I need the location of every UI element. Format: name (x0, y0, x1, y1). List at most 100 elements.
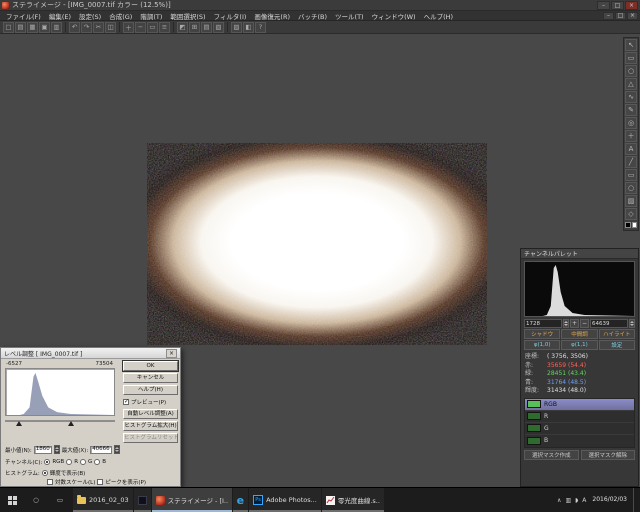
preview-option[interactable]: プレビュー(P) (123, 398, 166, 406)
highlight-button[interactable]: ハイライト (598, 329, 635, 339)
menu-window[interactable]: ウィンドウ(W) (368, 11, 420, 21)
dialog-titlebar[interactable]: レベル調整 [ IMG_0007.tif ] × (1, 348, 180, 359)
phi-11-button[interactable]: φ(1,1) (561, 340, 598, 350)
child-minimize-button[interactable]: – (603, 11, 614, 20)
maximize-button[interactable]: □ (611, 0, 624, 10)
zoom-out-icon[interactable]: − (135, 21, 146, 33)
copy-icon[interactable]: ◫ (105, 21, 116, 33)
taskbar-edge-item[interactable]: e (232, 488, 249, 512)
eyedropper-tool-icon[interactable]: ◇ (625, 208, 637, 220)
info-icon[interactable]: ◩ (177, 21, 188, 33)
polygon-select-tool-icon[interactable]: △ (625, 78, 637, 90)
ruler-icon[interactable]: ▤ (201, 21, 212, 33)
batch-icon[interactable]: ▨ (231, 21, 242, 33)
hist-reset-button[interactable]: ヒストグラムリセット (123, 433, 178, 443)
channel-rgb-radio[interactable] (44, 459, 51, 465)
rect-tool-icon[interactable]: ▭ (625, 169, 637, 181)
minimize-button[interactable]: – (597, 0, 610, 10)
search-icon[interactable]: ○ (24, 488, 48, 512)
shadow-button[interactable]: シャドウ (524, 329, 561, 339)
taskbar-app-item[interactable] (133, 488, 151, 512)
menu-file[interactable]: ファイル(F) (2, 11, 45, 21)
zoom-tool-icon[interactable]: ◎ (625, 117, 637, 129)
max-value-field[interactable]: 40666 (90, 445, 112, 454)
menu-help[interactable]: ヘルプ(H) (420, 11, 457, 21)
line-tool-icon[interactable]: ╱ (625, 156, 637, 168)
ok-button[interactable]: OK (122, 360, 179, 372)
help-icon[interactable]: ? (255, 21, 266, 33)
phi-10-button[interactable]: φ(1,0) (524, 340, 561, 350)
menu-batch[interactable]: バッチ(B) (294, 11, 331, 21)
channel-row-b[interactable]: B (525, 435, 634, 447)
hist-expand-button[interactable]: ヒストグラム拡大(H) (123, 421, 178, 431)
show-peak-checkbox[interactable] (97, 479, 104, 485)
min-value-field[interactable]: 1860 (33, 445, 52, 454)
start-button[interactable] (0, 488, 24, 512)
pan-tool-icon[interactable]: ＋ (625, 130, 637, 142)
tools-icon[interactable]: ◧ (243, 21, 254, 33)
save-icon[interactable]: ▦ (27, 21, 38, 33)
redo-icon[interactable]: ↷ (81, 21, 92, 33)
ellipse-select-tool-icon[interactable]: ○ (625, 65, 637, 77)
min-spinner[interactable] (53, 445, 60, 454)
palette-icon[interactable]: ▧ (213, 21, 224, 33)
midtone-button[interactable]: 中間調 (561, 329, 598, 339)
range-min-spinner[interactable] (563, 319, 569, 328)
fill-tool-icon[interactable]: ▨ (625, 195, 637, 207)
show-desktop-button[interactable] (633, 488, 637, 512)
save-all-icon[interactable]: ▣ (39, 21, 50, 33)
max-spinner[interactable] (113, 445, 120, 454)
ellipse-tool-icon[interactable]: ○ (625, 182, 637, 194)
rect-select-tool-icon[interactable]: ▭ (625, 52, 637, 64)
taskbar-stella-item[interactable]: ステライメージ - [I... (151, 488, 232, 512)
child-close-button[interactable]: × (627, 11, 638, 20)
taskbar-clock[interactable]: 2016/02/03 (590, 496, 629, 504)
mask-create-button[interactable]: 選択マスク作成 (524, 449, 579, 460)
grid-icon[interactable]: ⊞ (189, 21, 200, 33)
tray-expand-icon[interactable]: ∧ (557, 497, 561, 504)
dialog-close-icon[interactable]: × (166, 348, 177, 358)
menu-edit[interactable]: 編集(E) (45, 11, 75, 21)
help-button[interactable]: ヘルプ(H) (123, 385, 178, 395)
menu-filter[interactable]: フィルタ(I) (210, 11, 251, 21)
min-slider-thumb[interactable] (16, 421, 22, 426)
mask-clear-button[interactable]: 選択マスク解除 (580, 449, 635, 460)
range-minus-button[interactable]: − (580, 319, 589, 328)
preview-checkbox[interactable] (123, 398, 129, 405)
channel-row-r[interactable]: R (525, 411, 634, 423)
range-plus-button[interactable]: + (570, 319, 579, 328)
child-restore-button[interactable]: □ (615, 11, 626, 20)
zoom-fit-icon[interactable]: ▭ (147, 21, 158, 33)
volume-icon[interactable]: ◗ (575, 497, 578, 504)
channel-row-rgb[interactable]: RGB (525, 398, 634, 411)
taskbar-photoshop-item[interactable]: Ps Adobe Photos... (249, 488, 321, 512)
channel-range-min[interactable]: 1728 (524, 319, 562, 328)
background-color-swatch[interactable] (631, 222, 637, 228)
menu-selection[interactable]: 範囲選択(S) (166, 11, 209, 21)
close-button[interactable]: × (625, 0, 638, 10)
channel-b-radio[interactable] (94, 459, 101, 465)
channel-g-radio[interactable] (80, 459, 87, 465)
log-scale-checkbox[interactable] (47, 479, 53, 485)
zoom-in-icon[interactable]: ＋ (123, 21, 134, 33)
open-file-icon[interactable]: ▤ (15, 21, 26, 33)
taskbar-explorer-item[interactable]: 2016_02_03 (73, 488, 133, 512)
foreground-color-swatch[interactable] (625, 222, 631, 228)
range-max-spinner[interactable] (629, 319, 635, 328)
pencil-tool-icon[interactable]: ✎ (625, 104, 637, 116)
auto-level-button[interactable]: 自動レベル調整(A) (123, 409, 178, 419)
luminance-display-radio[interactable] (41, 470, 48, 476)
cancel-button[interactable]: キャンセル (123, 373, 178, 383)
taskbar-chart-item[interactable]: 零光度曲線.s.. (321, 488, 384, 512)
ime-indicator[interactable]: A (582, 497, 586, 504)
zoom-actual-icon[interactable]: ≡ (159, 21, 170, 33)
new-file-icon[interactable]: □ (3, 21, 14, 33)
cut-icon[interactable]: ✂ (93, 21, 104, 33)
menu-settings[interactable]: 設定(S) (75, 11, 105, 21)
channel-r-radio[interactable] (66, 459, 73, 465)
network-icon[interactable]: ▥ (565, 497, 571, 504)
menu-tone[interactable]: 階調(T) (136, 11, 166, 21)
menu-restoration[interactable]: 画像復元(R) (250, 11, 294, 21)
channel-range-max[interactable]: 64639 (590, 319, 628, 328)
menu-tools[interactable]: ツール(T) (331, 11, 368, 21)
